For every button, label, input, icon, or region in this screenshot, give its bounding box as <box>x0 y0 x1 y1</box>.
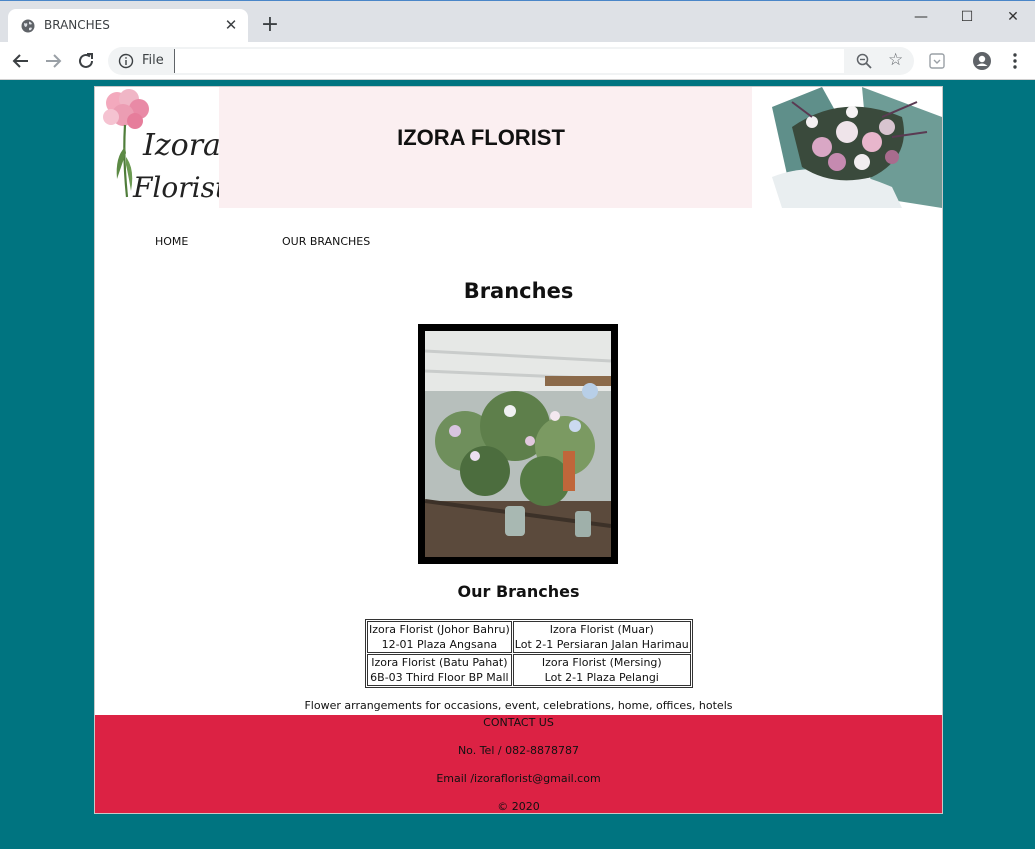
site-title: IZORA FLORIST <box>397 125 565 150</box>
window-close-button[interactable]: ✕ <box>990 5 1035 29</box>
branch-name: Izora Florist (Mersing) <box>541 656 662 669</box>
tagline-text: Flower arrangements for occasions, event… <box>304 699 733 712</box>
reload-icon[interactable] <box>75 50 97 72</box>
branch-cell: Izora Florist (Muar) Lot 2-1 Persiaran J… <box>512 621 691 653</box>
logo-text-izora: Izora <box>142 128 219 163</box>
footer-phone: No. Tel / 082-8878787 <box>457 744 580 757</box>
branch-name: Izora Florist (Batu Pahat) <box>371 656 508 669</box>
carnation-logo-image: Izora Florist <box>103 89 227 204</box>
branch-address: Lot 2-1 Plaza Pelangi <box>544 671 659 684</box>
nav-our-branches-link[interactable]: OUR BRANCHES <box>282 235 370 248</box>
site-footer: CONTACT US No. Tel / 082-8878787 Email /… <box>95 715 942 813</box>
browser-tab[interactable]: BRANCHES ✕ <box>8 9 248 43</box>
shop-photo <box>418 324 618 564</box>
logo-text-florist: Florist <box>132 171 219 204</box>
table-row: Izora Florist (Batu Pahat) 6B-03 Third F… <box>367 654 691 686</box>
extension-icon[interactable] <box>927 51 947 71</box>
url-scheme-label: File <box>142 53 164 68</box>
maximize-button[interactable]: ☐ <box>944 5 990 29</box>
branch-name: Izora Florist (Muar) <box>549 623 654 636</box>
nav-home-link[interactable]: HOME <box>155 235 188 248</box>
site-header: Izora Florist IZORA FLORIST <box>95 87 942 208</box>
globe-icon <box>21 19 35 33</box>
star-icon[interactable]: ☆ <box>888 51 903 69</box>
branch-name: Izora Florist (Johor Bahru) <box>369 623 510 636</box>
contact-us-heading: CONTACT US <box>483 716 554 729</box>
bouquet-image <box>752 87 942 208</box>
branch-address: 6B-03 Third Floor BP Mall <box>370 671 509 684</box>
table-row: Izora Florist (Johor Bahru) 12-01 Plaza … <box>367 621 691 653</box>
webpage: Izora Florist IZORA FLORIST HOME OUR BRA… <box>94 86 943 814</box>
page-heading: Branches <box>463 279 574 303</box>
info-icon[interactable] <box>118 53 134 69</box>
footer-copyright: © 2020 <box>497 800 540 813</box>
new-tab-button[interactable]: + <box>259 14 281 36</box>
branch-cell: Izora Florist (Johor Bahru) 12-01 Plaza … <box>367 621 512 653</box>
profile-icon[interactable] <box>972 51 992 71</box>
zoom-icon[interactable] <box>856 53 872 69</box>
back-icon[interactable] <box>10 50 32 72</box>
url-input[interactable] <box>174 49 844 73</box>
minimize-button[interactable]: — <box>898 5 944 29</box>
branches-subheading: Our Branches <box>457 582 580 601</box>
forward-icon[interactable] <box>42 50 64 72</box>
branches-table: Izora Florist (Johor Bahru) 12-01 Plaza … <box>365 619 693 688</box>
address-bar[interactable]: File ☆ <box>108 47 914 75</box>
tab-close-icon[interactable]: ✕ <box>222 16 240 34</box>
branch-cell: Izora Florist (Mersing) Lot 2-1 Plaza Pe… <box>512 654 691 686</box>
browser-toolbar: File ☆ <box>0 42 1035 80</box>
site-logo[interactable]: Izora Florist <box>95 87 227 208</box>
branch-address: Lot 2-1 Persiaran Jalan Harimau <box>514 638 689 651</box>
footer-email: Email /izoraflorist@gmail.com <box>436 772 601 785</box>
branch-address: 12-01 Plaza Angsana <box>381 638 498 651</box>
browser-tab-bar: BRANCHES ✕ + — ☐ ✕ <box>0 0 1035 43</box>
menu-icon[interactable] <box>1005 51 1025 71</box>
branch-cell: Izora Florist (Batu Pahat) 6B-03 Third F… <box>367 654 512 686</box>
tab-title: BRANCHES <box>44 18 110 32</box>
